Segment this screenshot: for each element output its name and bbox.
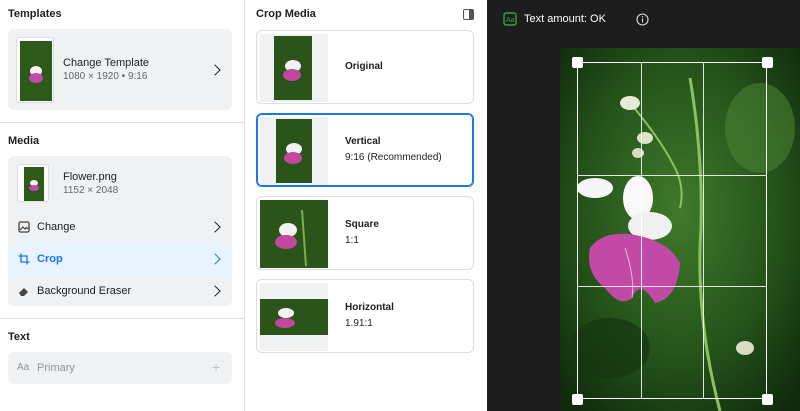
template-dimensions: 1080 × 1920 • 9:16 — [63, 71, 148, 82]
crop-option-vertical[interactable]: Vertical 9:16 (Recommended) — [256, 113, 474, 187]
grid-line — [640, 63, 642, 398]
horizontal-flower-image — [260, 299, 328, 335]
preview-panel: Aa Text amount: OK — [487, 0, 800, 411]
media-title: Media — [8, 135, 40, 147]
vertical-flower-image — [276, 119, 312, 183]
horizontal-title: Horizontal — [345, 302, 394, 313]
eraser-icon — [19, 288, 28, 296]
primary-text-field[interactable]: Aa Primary + — [8, 352, 232, 384]
crop-option-square[interactable]: Square 1:1 — [256, 196, 474, 270]
text-title: Text — [8, 331, 30, 343]
background-eraser-row[interactable]: Background Eraser — [8, 275, 232, 307]
crop-media-panel: Crop Media Original Vertical 9:16 (Recom… — [245, 0, 487, 411]
crop-option-original[interactable]: Original — [256, 30, 474, 104]
square-title: Square — [345, 219, 379, 230]
square-ratio: 1:1 — [345, 235, 359, 246]
text-amount-status: Text amount: OK — [524, 13, 606, 25]
template-card[interactable]: Change Template 1080 × 1920 • 9:16 — [8, 29, 232, 110]
template-thumbnail — [16, 37, 54, 103]
media-flower-image — [24, 167, 44, 201]
panel-toggle-icon[interactable] — [463, 9, 474, 20]
horizontal-thumbnail — [260, 283, 328, 351]
vertical-ratio: 9:16 (Recommended) — [345, 152, 442, 163]
media-file-dims: 1152 × 2048 — [63, 185, 119, 196]
crop-icon — [18, 253, 30, 265]
image-icon — [18, 221, 30, 233]
media-file-name: Flower.png — [63, 171, 117, 183]
divider — [0, 122, 244, 123]
template-name: Change Template — [63, 57, 150, 69]
crop-handle-bottom-right[interactable] — [762, 394, 773, 405]
chevron-right-icon — [209, 253, 221, 265]
crop-frame[interactable] — [577, 62, 767, 399]
primary-placeholder: Primary — [37, 362, 75, 374]
media-thumbnail — [17, 164, 49, 202]
chevron-right-icon — [209, 285, 221, 297]
vertical-title: Vertical — [345, 136, 381, 147]
text-format-icon: Aa — [17, 362, 30, 373]
original-thumbnail — [260, 34, 328, 102]
background-eraser-label: Background Eraser — [37, 285, 132, 297]
change-media-row[interactable]: Change — [8, 211, 232, 243]
templates-title: Templates — [8, 8, 62, 20]
grid-line — [703, 63, 705, 398]
horizontal-ratio: 1.91:1 — [345, 318, 373, 329]
square-flower-image — [260, 200, 328, 268]
chevron-right-icon — [209, 221, 221, 233]
crop-handle-bottom-left[interactable] — [572, 394, 583, 405]
divider — [0, 318, 244, 319]
grid-line — [578, 174, 766, 176]
svg-text:Aa: Aa — [506, 17, 515, 24]
info-icon[interactable] — [636, 13, 649, 26]
crop-option-horizontal[interactable]: Horizontal 1.91:1 — [256, 279, 474, 353]
left-panel: Templates Change Template 1080 × 1920 • … — [0, 0, 245, 411]
chevron-right-icon — [209, 64, 221, 76]
add-icon[interactable]: + — [212, 359, 220, 375]
vertical-thumbnail — [260, 117, 328, 185]
text-amount-icon: Aa — [503, 12, 517, 26]
template-flower-image — [20, 41, 52, 101]
original-flower-image — [274, 36, 312, 100]
crop-handle-top-left[interactable] — [572, 57, 583, 68]
crop-label: Crop — [37, 253, 63, 265]
square-thumbnail — [260, 200, 328, 268]
original-title: Original — [345, 61, 383, 72]
crop-media-row[interactable]: Crop — [8, 243, 232, 275]
crop-media-title: Crop Media — [256, 8, 316, 20]
crop-handle-top-right[interactable] — [762, 57, 773, 68]
change-label: Change — [37, 221, 76, 233]
grid-line — [578, 286, 766, 288]
